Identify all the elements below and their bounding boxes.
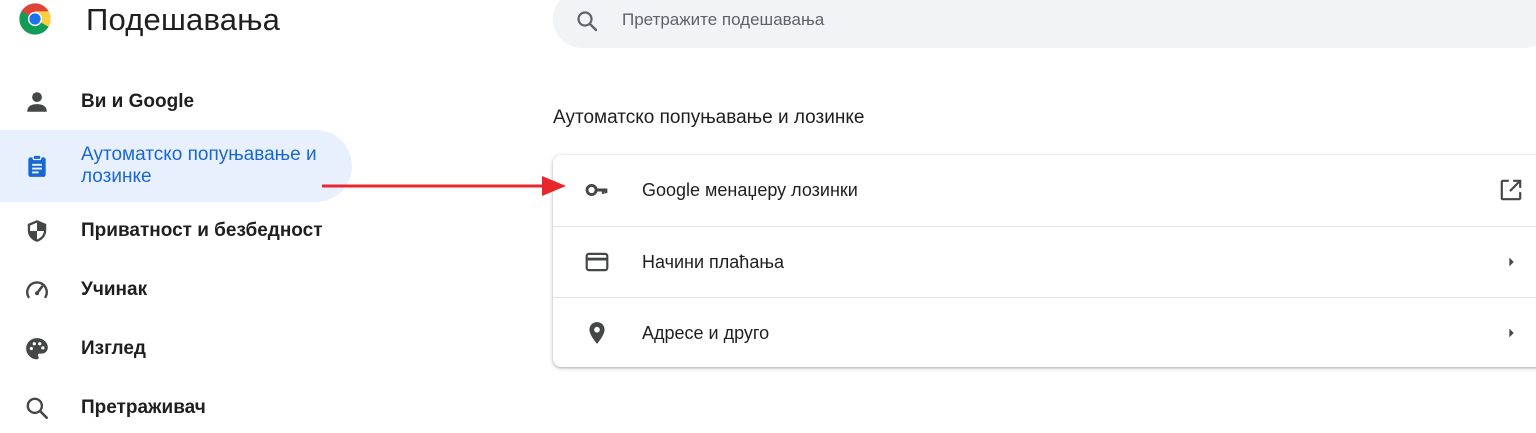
search-icon <box>26 397 49 420</box>
person-icon <box>27 92 47 112</box>
clipboard-icon <box>28 154 46 177</box>
location-pin-icon <box>589 322 605 344</box>
sidebar-item-privacy-security[interactable]: Приватност и безбедност <box>0 202 352 260</box>
row-payment-methods[interactable]: Начини плаћања <box>553 226 1536 296</box>
search-icon <box>577 11 598 32</box>
section-title: Аутоматско попуњавање и лозинке <box>553 107 865 128</box>
key-icon <box>585 184 608 196</box>
row-label: Адресе и друго <box>642 323 770 343</box>
sidebar-item-label: Ви и Google <box>81 91 195 112</box>
settings-page: Подешавања Претражите подешавања Ви и Go… <box>0 0 1536 433</box>
palette-icon <box>26 338 48 360</box>
autofill-card: Google менаџеру лозинки Начини плаћања А… <box>553 155 1536 367</box>
search-input[interactable]: Претражите подешавања <box>622 10 824 30</box>
arrow-right-icon[interactable] <box>1498 320 1524 346</box>
speedometer-icon <box>26 281 48 299</box>
open-external-icon[interactable] <box>1498 177 1524 203</box>
sidebar-item-label: Аутоматско попуњавање и лозинке <box>81 144 317 187</box>
sidebar-item-label: Изглед <box>81 338 146 359</box>
arrow-right-icon[interactable] <box>1498 249 1524 275</box>
credit-card-icon <box>585 252 609 272</box>
shield-icon <box>27 220 47 242</box>
sidebar-item-search-engine[interactable]: Претраживач <box>0 379 352 433</box>
row-addresses[interactable]: Адресе и друго <box>553 297 1536 367</box>
sidebar-item-you-and-google[interactable]: Ви и Google <box>0 73 352 131</box>
chrome-logo-icon <box>19 3 51 35</box>
sidebar-item-label: Учинак <box>81 279 148 300</box>
row-label: Google менаџеру лозинки <box>642 180 858 200</box>
sidebar-item-autofill-passwords[interactable]: Аутоматско попуњавање и лозинке <box>0 130 352 202</box>
row-label: Начини плаћања <box>642 252 784 272</box>
sidebar-item-performance[interactable]: Учинак <box>0 261 352 319</box>
page-title: Подешавања <box>86 2 281 37</box>
settings-search-box[interactable]: Претражите подешавања <box>553 0 1536 48</box>
sidebar-item-label: Претраживач <box>81 397 206 418</box>
row-password-manager[interactable]: Google менаџеру лозинки <box>553 155 1536 225</box>
sidebar-item-label: Приватност и безбедност <box>81 220 323 241</box>
sidebar-item-appearance[interactable]: Изглед <box>0 320 352 378</box>
